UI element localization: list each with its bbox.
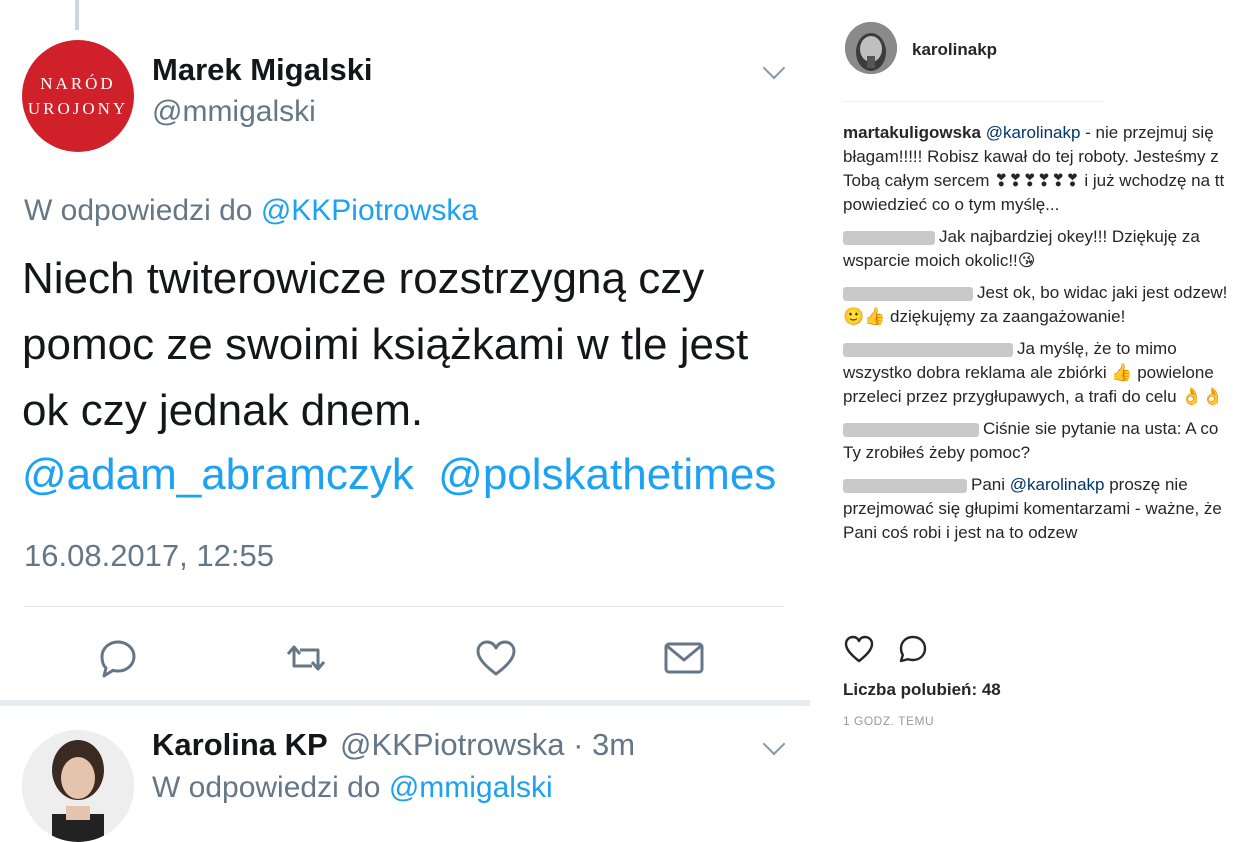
blurred-username[interactable]: [843, 422, 979, 437]
comment-item: Ja myślę, że to mimo wszystko dobra rekl…: [843, 337, 1233, 409]
direct-message-icon[interactable]: [662, 636, 706, 680]
avatar-text-line2: UROJONY: [27, 99, 129, 118]
comment-mention[interactable]: @karolinakp: [986, 123, 1081, 142]
reply-icon[interactable]: [96, 636, 140, 680]
mention-link[interactable]: @adam_abramczyk: [22, 450, 414, 499]
blurred-username[interactable]: [843, 478, 967, 493]
blurred-username[interactable]: [843, 342, 1013, 357]
chevron-down-icon[interactable]: [762, 56, 786, 80]
chevron-down-icon[interactable]: [762, 732, 786, 756]
twitter-panel: NARÓD UROJONY Marek Migalski @mmigalski …: [0, 0, 810, 842]
divider: [24, 606, 784, 607]
profile-photo: [845, 22, 897, 74]
instagram-username[interactable]: karolinakp: [912, 40, 997, 60]
comment-mention[interactable]: @karolinakp: [1010, 475, 1105, 494]
comment-prefix: Pani: [971, 475, 1010, 494]
author-name[interactable]: Marek Migalski: [152, 52, 373, 88]
comment-item: Pani @karolinakp proszę nie przejmować s…: [843, 473, 1233, 545]
blurred-username[interactable]: [843, 230, 935, 245]
comment-item: Jak najbardziej okey!!! Dziękuję za wspa…: [843, 225, 1233, 273]
author-name[interactable]: Karolina KP: [152, 727, 328, 763]
avatar[interactable]: [845, 22, 897, 74]
comment-username[interactable]: martakuligowska: [843, 123, 981, 142]
heart-icon[interactable]: [843, 633, 875, 665]
divider: [843, 101, 1105, 102]
thread-line: [75, 0, 79, 30]
avatar[interactable]: NARÓD UROJONY: [22, 40, 134, 152]
reply-prefix: W odpowiedzi do: [152, 771, 381, 804]
comments-list[interactable]: martakuligowska @karolinakp - nie przejm…: [843, 121, 1233, 619]
tweet-timestamp[interactable]: 16.08.2017, 12:55: [24, 538, 274, 574]
comment-item: Ciśnie sie pytanie na usta: A co Ty zrob…: [843, 417, 1233, 465]
author-handle-time[interactable]: @KKPiotrowska · 3m: [340, 727, 635, 763]
blurred-username[interactable]: [843, 286, 973, 301]
reply-to-link[interactable]: @mmigalski: [389, 771, 553, 804]
reply-context: W odpowiedzi do @KKPiotrowska: [24, 194, 478, 228]
likes-count[interactable]: Liczba polubień: 48: [843, 680, 1001, 700]
retweet-icon[interactable]: [284, 636, 328, 680]
tweet-mentions: @adam_abramczyk @polskathetimes: [22, 450, 788, 500]
comment-item: martakuligowska @karolinakp - nie przejm…: [843, 121, 1233, 217]
author-handle[interactable]: @KKPiotrowska: [340, 727, 564, 762]
tweet-text: Niech twiterowicze rozstrzygną czy pomoc…: [22, 254, 749, 435]
reply-context: W odpowiedzi do @mmigalski: [152, 771, 553, 805]
mention-link[interactable]: @polskathetimes: [438, 450, 776, 499]
comment-icon[interactable]: [897, 633, 929, 665]
post-time[interactable]: 1 GODZ. TEMU: [843, 714, 934, 728]
reply-to-link[interactable]: @KKPiotrowska: [261, 194, 478, 227]
comment-item: Jest ok, bo widac jaki jest odzew! 🙂👍 dz…: [843, 281, 1233, 329]
avatar-text-line1: NARÓD: [40, 74, 116, 93]
avatar[interactable]: [22, 730, 134, 842]
like-icon[interactable]: [474, 636, 518, 680]
profile-photo: [22, 730, 134, 842]
author-handle[interactable]: @mmigalski: [152, 95, 316, 129]
tweet-time[interactable]: · 3m: [573, 727, 635, 762]
reply-prefix: W odpowiedzi do: [24, 194, 253, 227]
tweet-divider-band: [0, 700, 810, 706]
